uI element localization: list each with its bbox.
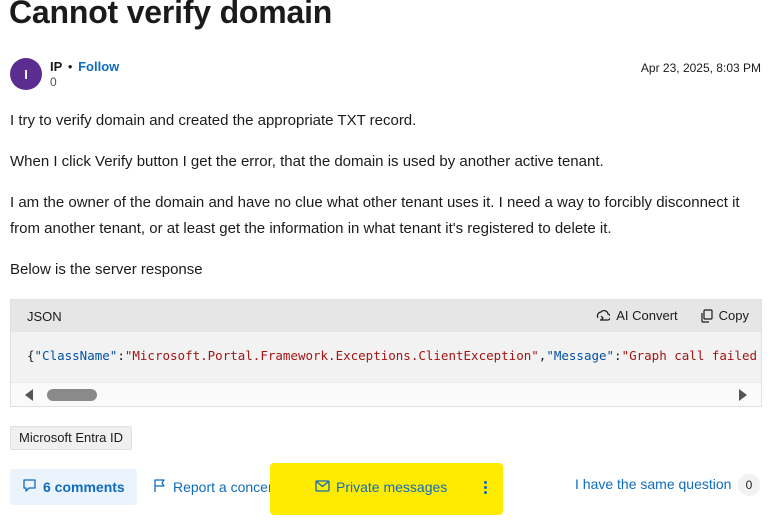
code-language-label: JSON [27, 309, 62, 324]
horizontal-scrollbar[interactable] [11, 382, 761, 406]
comments-button[interactable]: 6 comments [10, 469, 137, 505]
avatar[interactable]: I [10, 58, 42, 90]
tag-chip[interactable]: Microsoft Entra ID [10, 426, 133, 450]
question-paragraph: When I click Verify button I get the err… [10, 153, 604, 170]
ai-convert-button[interactable]: AI Convert [596, 308, 678, 323]
code-token: "Microsoft.Portal.Framework.Exceptions.C… [124, 348, 539, 363]
question-paragraph: I am the owner of the domain and have no… [10, 194, 740, 237]
code-content[interactable]: {"ClassName":"Microsoft.Portal.Framework… [27, 348, 757, 363]
author-meta: IP • Follow 0 [50, 59, 119, 90]
copy-label: Copy [718, 308, 749, 323]
post-date: Apr 23, 2025, 8:03 PM [640, 61, 761, 75]
actions-row: 6 comments Report a concern Private mess… [10, 463, 765, 515]
code-block: JSON AI Convert Copy {"ClassName":"Micro… [10, 299, 762, 407]
author-name[interactable]: IP [50, 59, 62, 74]
code-header: JSON AI Convert Copy [11, 300, 761, 332]
question-paragraph: I try to verify domain and created the a… [10, 112, 417, 129]
comment-icon [22, 478, 37, 496]
report-concern-button[interactable]: Report a concern [153, 469, 280, 505]
code-token: "Message" [546, 348, 615, 363]
private-messages-label: Private messages [336, 479, 448, 495]
private-messages-button[interactable]: Private messages [315, 469, 447, 505]
copy-button[interactable]: Copy [700, 308, 749, 323]
comments-label: 6 comments [43, 479, 125, 495]
mail-icon [315, 479, 330, 495]
copy-icon [700, 308, 713, 323]
scroll-thumb[interactable] [47, 389, 97, 401]
report-concern-label: Report a concern [173, 479, 281, 495]
flag-icon [153, 478, 167, 496]
ai-convert-label: AI Convert [616, 308, 678, 323]
question-paragraph: Below is the server response [10, 261, 203, 278]
same-question-button[interactable]: I have the same question [575, 476, 731, 492]
code-actions: AI Convert Copy [596, 308, 749, 323]
code-token: : [117, 348, 125, 363]
scroll-left-arrow-icon[interactable] [25, 389, 33, 401]
code-token: { [27, 348, 35, 363]
code-token: "ClassName" [34, 348, 118, 363]
page-title: Cannot verify domain [9, 0, 333, 30]
code-token: : [614, 348, 622, 363]
author-points: 0 [50, 75, 57, 89]
separator-dot: • [67, 59, 73, 74]
ai-convert-icon [596, 309, 611, 323]
same-question-count: 0 [738, 474, 760, 496]
code-token: "Graph call failed [621, 348, 757, 363]
more-options-icon[interactable] [476, 478, 494, 496]
follow-link[interactable]: Follow [78, 59, 119, 74]
scroll-right-arrow-icon[interactable] [739, 389, 747, 401]
author-row: I IP • Follow 0 Apr 23, 2025, 8:03 PM [10, 58, 765, 92]
